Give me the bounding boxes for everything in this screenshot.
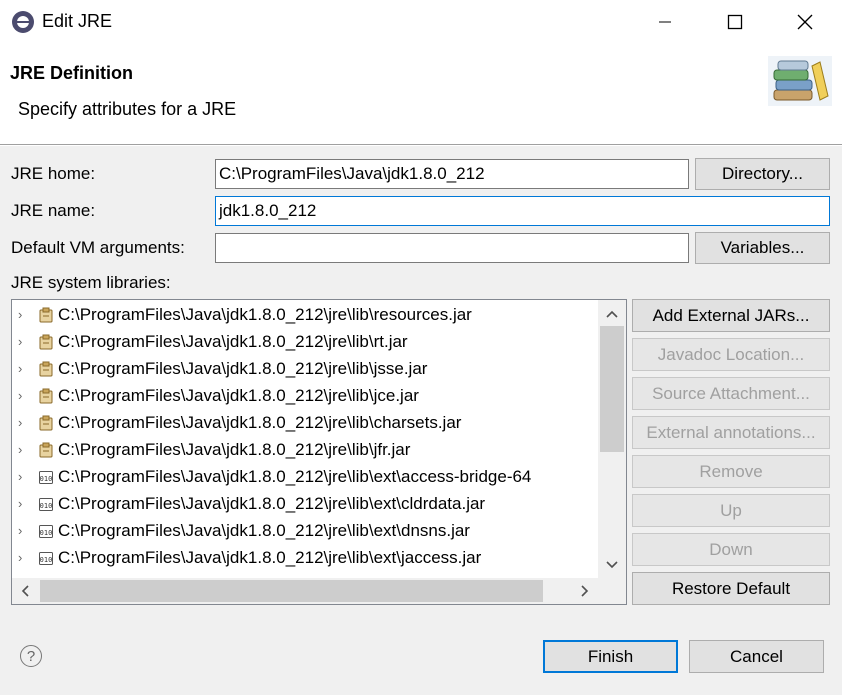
expand-chevron-icon[interactable]: › xyxy=(18,550,32,565)
jar-icon xyxy=(39,415,53,430)
javadoc-location-button[interactable]: Javadoc Location... xyxy=(632,338,830,371)
library-path: C:\ProgramFiles\Java\jdk1.8.0_212\jre\li… xyxy=(58,304,472,324)
add-external-jars-button[interactable]: Add External JARs... xyxy=(632,299,830,332)
svg-text:010: 010 xyxy=(40,556,53,564)
svg-text:010: 010 xyxy=(40,502,53,510)
header-divider-highlight xyxy=(0,145,842,146)
cancel-button[interactable]: Cancel xyxy=(689,640,824,673)
list-item[interactable]: › C:\ProgramFiles\Java\jdk1.8.0_212\jre\l… xyxy=(12,436,602,463)
list-item[interactable]: › 010 C:\ProgramFiles\Java\jdk1.8.0_212\jr… xyxy=(12,517,602,544)
binary-jar-icon: 010 xyxy=(39,470,53,484)
external-annotations-button[interactable]: External annotations... xyxy=(632,416,830,449)
binary-jar-icon: 010 xyxy=(39,524,53,538)
library-books-icon xyxy=(768,56,832,106)
down-button[interactable]: Down xyxy=(632,533,830,566)
directory-button[interactable]: Directory... xyxy=(695,158,830,190)
library-path: C:\ProgramFiles\Java\jdk1.8.0_212\jre\li… xyxy=(58,412,462,432)
jre-name-label: JRE name: xyxy=(11,201,96,220)
list-item[interactable]: › C:\ProgramFiles\Java\jdk1.8.0_212\jre\l… xyxy=(12,409,602,436)
expand-chevron-icon[interactable]: › xyxy=(18,388,32,403)
libraries-label: JRE system libraries: xyxy=(11,273,171,292)
jar-icon xyxy=(39,442,53,457)
list-item[interactable]: › C:\ProgramFiles\Java\jdk1.8.0_212\jre\l… xyxy=(12,301,602,328)
binary-jar-icon: 010 xyxy=(39,551,53,565)
eclipse-icon xyxy=(11,10,35,34)
vm-arguments-label: Default VM arguments: xyxy=(11,238,185,257)
horizontal-scroll-thumb[interactable] xyxy=(40,580,543,602)
scroll-up-icon[interactable] xyxy=(598,303,626,325)
expand-chevron-icon[interactable]: › xyxy=(18,523,32,538)
close-icon[interactable] xyxy=(782,0,828,44)
library-path: C:\ProgramFiles\Java\jdk1.8.0_212\jre\li… xyxy=(58,331,408,351)
help-icon[interactable]: ? xyxy=(20,645,42,667)
list-item[interactable]: › C:\ProgramFiles\Java\jdk1.8.0_212\jre\l… xyxy=(12,382,602,409)
variables-button[interactable]: Variables... xyxy=(695,232,830,264)
expand-chevron-icon[interactable]: › xyxy=(18,442,32,457)
jre-home-label: JRE home: xyxy=(11,164,96,183)
vm-arguments-field[interactable] xyxy=(215,233,689,263)
binary-jar-icon: 010 xyxy=(39,497,53,511)
library-path: C:\ProgramFiles\Java\jdk1.8.0_212\jre\li… xyxy=(58,439,411,459)
remove-button[interactable]: Remove xyxy=(632,455,830,488)
scroll-left-icon[interactable] xyxy=(14,580,36,602)
svg-text:010: 010 xyxy=(40,529,53,537)
library-path: C:\ProgramFiles\Java\jdk1.8.0_212\jre\li… xyxy=(58,358,428,378)
expand-chevron-icon[interactable]: › xyxy=(18,415,32,430)
library-path: C:\ProgramFiles\Java\jdk1.8.0_212\jre\li… xyxy=(58,385,419,405)
expand-chevron-icon[interactable]: › xyxy=(18,307,32,322)
page-subtitle: Specify attributes for a JRE xyxy=(18,99,237,119)
jar-icon xyxy=(39,388,53,403)
vertical-scroll-thumb[interactable] xyxy=(600,326,624,452)
minimize-icon[interactable] xyxy=(642,0,688,44)
up-button[interactable]: Up xyxy=(632,494,830,527)
jre-name-field[interactable]: jdk1.8.0_212 xyxy=(215,196,830,226)
list-item[interactable]: › 010 C:\ProgramFiles\Java\jdk1.8.0_212\jr… xyxy=(12,490,602,517)
finish-button[interactable]: Finish xyxy=(543,640,678,673)
expand-chevron-icon[interactable]: › xyxy=(18,496,32,511)
library-path: C:\ProgramFiles\Java\jdk1.8.0_212\jre\li… xyxy=(58,520,470,540)
expand-chevron-icon[interactable]: › xyxy=(18,334,32,349)
list-item[interactable]: › C:\ProgramFiles\Java\jdk1.8.0_212\jre\l… xyxy=(12,355,602,382)
jre-home-field[interactable]: C:\ProgramFiles\Java\jdk1.8.0_212 xyxy=(215,159,689,189)
list-item[interactable]: › C:\ProgramFiles\Java\jdk1.8.0_212\jre\l… xyxy=(12,328,602,355)
list-item[interactable]: › 010 C:\ProgramFiles\Java\jdk1.8.0_212\jr… xyxy=(12,544,602,571)
jar-icon xyxy=(39,334,53,349)
library-path: C:\ProgramFiles\Java\jdk1.8.0_212\jre\li… xyxy=(58,466,532,486)
expand-chevron-icon[interactable]: › xyxy=(18,361,32,376)
library-path: C:\ProgramFiles\Java\jdk1.8.0_212\jre\li… xyxy=(58,493,486,513)
expand-chevron-icon[interactable]: › xyxy=(18,469,32,484)
header-banner xyxy=(0,44,842,144)
restore-default-button[interactable]: Restore Default xyxy=(632,572,830,605)
jar-icon xyxy=(39,361,53,376)
scroll-right-icon[interactable] xyxy=(574,580,596,602)
scrollbar-corner xyxy=(598,578,626,604)
libraries-tree[interactable]: › C:\ProgramFiles\Java\jdk1.8.0_212\jre\l… xyxy=(11,299,627,605)
scroll-down-icon[interactable] xyxy=(598,554,626,576)
svg-text:010: 010 xyxy=(40,475,53,483)
maximize-icon[interactable] xyxy=(712,0,758,44)
jar-icon xyxy=(39,307,53,322)
list-item[interactable]: › 010 C:\ProgramFiles\Java\jdk1.8.0_212\jr… xyxy=(12,463,602,490)
page-title: JRE Definition xyxy=(10,63,134,83)
source-attachment-button[interactable]: Source Attachment... xyxy=(632,377,830,410)
library-path: C:\ProgramFiles\Java\jdk1.8.0_212\jre\li… xyxy=(58,547,482,567)
window-title: Edit JRE xyxy=(42,11,113,31)
